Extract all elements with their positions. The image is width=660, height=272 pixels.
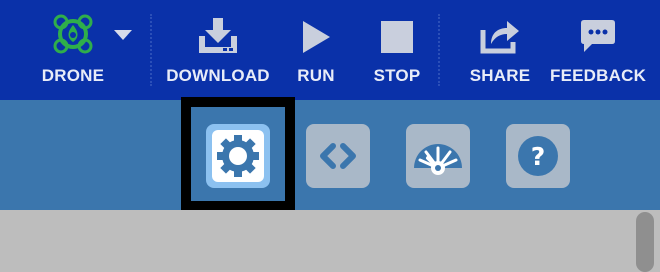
help-button[interactable]: ?	[506, 124, 570, 188]
drone-icon	[53, 14, 93, 59]
chat-icon	[580, 18, 616, 59]
chevron-down-icon	[113, 28, 133, 47]
code-icon	[320, 143, 356, 169]
feedback-label: FEEDBACK	[550, 66, 647, 85]
device-dropdown-button[interactable]	[110, 0, 136, 100]
workspace-area	[0, 210, 660, 266]
speedometer-icon	[414, 144, 462, 175]
download-icon	[197, 18, 239, 59]
download-label: DOWNLOAD	[166, 66, 270, 85]
scrollbar-thumb[interactable]	[636, 212, 654, 272]
dashboard-button[interactable]	[406, 124, 470, 188]
toolbar-separator	[438, 14, 440, 86]
play-icon	[301, 20, 331, 59]
share-icon	[479, 16, 521, 59]
stop-label: STOP	[373, 66, 421, 85]
code-button[interactable]	[306, 124, 370, 188]
share-button[interactable]: SHARE	[466, 0, 534, 100]
top-bar: DRONE DOWNLOAD RUN STOP SHARE FEEDBACK	[0, 0, 660, 100]
device-selector[interactable]: DRONE	[34, 0, 112, 100]
svg-text:?: ?	[531, 142, 546, 171]
run-label: RUN	[297, 66, 335, 85]
download-button[interactable]: DOWNLOAD	[160, 0, 276, 100]
help-icon: ?	[518, 136, 558, 176]
selection-highlight	[181, 97, 295, 211]
stop-icon	[380, 20, 414, 59]
run-button[interactable]: RUN	[290, 0, 342, 100]
toolbar-separator	[150, 14, 152, 86]
device-label: DRONE	[41, 66, 105, 85]
feedback-button[interactable]: FEEDBACK	[550, 0, 646, 100]
share-label: SHARE	[469, 66, 531, 85]
stop-button[interactable]: STOP	[368, 0, 426, 100]
